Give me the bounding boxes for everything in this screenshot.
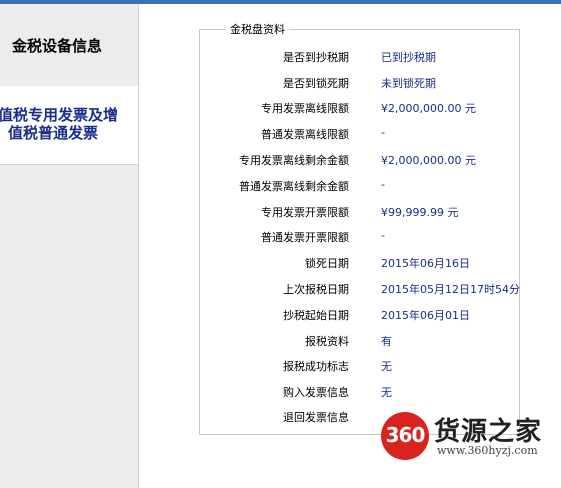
info-row: 专用发票开票限额 ¥99,999.99 元 xyxy=(199,200,519,220)
row-value: - xyxy=(381,229,385,242)
row-label: 报税资料 xyxy=(305,335,349,348)
row-label: 是否到抄税期 xyxy=(283,51,349,64)
row-value: 2015年06月16日 xyxy=(381,257,470,270)
row-value: 未到锁死期 xyxy=(381,77,436,90)
row-label: 专用发票离线剩余金额 xyxy=(239,154,349,167)
row-label: 锁死日期 xyxy=(305,257,349,270)
row-label: 普通发票开票限额 xyxy=(261,231,349,244)
info-row: 是否到锁死期 未到锁死期 xyxy=(199,71,519,91)
watermark-name: 货源之家 xyxy=(434,417,543,447)
watermark-url: www.360hyzj.com xyxy=(437,444,538,457)
info-row: 普通发票离线剩余金额 - xyxy=(199,174,519,194)
row-label: 专用发票离线限额 xyxy=(261,102,349,115)
row-label: 是否到锁死期 xyxy=(283,77,349,90)
watermark-number: 360 xyxy=(385,423,426,447)
info-row: 是否到抄税期 已到抄税期 xyxy=(199,45,519,65)
row-label: 上次报税日期 xyxy=(283,283,349,296)
group-legend: 金税盘资料 xyxy=(226,21,289,37)
row-value: 有 xyxy=(381,335,392,348)
row-label: 普通发票离线剩余金额 xyxy=(239,180,349,193)
info-row: 普通发票离线限额 - xyxy=(199,122,519,142)
row-label: 报税成功标志 xyxy=(283,360,349,373)
row-value: 已到抄税期 xyxy=(381,51,436,64)
row-value: ¥99,999.99 元 xyxy=(381,206,459,219)
info-row: 普通发票开票限额 - xyxy=(199,225,519,245)
tab-device-info-label: 金税设备信息 xyxy=(12,37,103,55)
row-label: 普通发票离线限额 xyxy=(261,128,349,141)
tab-invoice-info-label: 值税专用发票及增 值税普通发票 xyxy=(0,106,138,142)
row-label: 购入发票信息 xyxy=(283,386,349,399)
row-value: 无 xyxy=(381,360,392,373)
row-value: 2015年06月01日 xyxy=(381,309,470,322)
info-row: 上次报税日期 2015年05月12日17时54分 xyxy=(199,277,520,297)
sidebar-divider xyxy=(138,4,139,488)
tab-device-info[interactable]: 金税设备信息 xyxy=(0,4,138,87)
tab-invoice-info-line2: 值税普通发票 xyxy=(8,124,99,142)
info-row: 抄税起始日期 2015年06月01日 xyxy=(199,303,519,323)
row-value: ¥2,000,000.00 元 xyxy=(381,102,476,115)
row-value: - xyxy=(381,126,385,139)
row-value: 2015年05月12日17时54分 xyxy=(381,283,520,296)
row-value: - xyxy=(381,178,385,191)
info-row: 报税资料 有 xyxy=(199,329,519,349)
info-row: 锁死日期 2015年06月16日 xyxy=(199,251,519,271)
info-row: 报税成功标志 无 xyxy=(199,354,519,374)
row-label: 抄税起始日期 xyxy=(283,309,349,322)
info-row: 专用发票离线限额 ¥2,000,000.00 元 xyxy=(199,96,519,116)
row-label: 退回发票信息 xyxy=(283,411,349,424)
row-value: 无 xyxy=(381,386,392,399)
sidebar-empty-area xyxy=(0,165,138,488)
info-row: 专用发票离线剩余金额 ¥2,000,000.00 元 xyxy=(199,148,519,168)
tab-invoice-info[interactable]: 值税专用发票及增 值税普通发票 xyxy=(0,86,138,165)
row-value: ¥2,000,000.00 元 xyxy=(381,154,476,167)
tab-invoice-info-line1: 值税专用发票及增 xyxy=(0,106,119,124)
info-row: 购入发票信息 无 xyxy=(199,380,519,400)
watermark-logo: 360 货源之家 www.360hyzj.com xyxy=(381,409,561,488)
row-label: 专用发票开票限额 xyxy=(261,206,349,219)
sidebar: 金税设备信息 值税专用发票及增 值税普通发票 xyxy=(0,4,138,488)
